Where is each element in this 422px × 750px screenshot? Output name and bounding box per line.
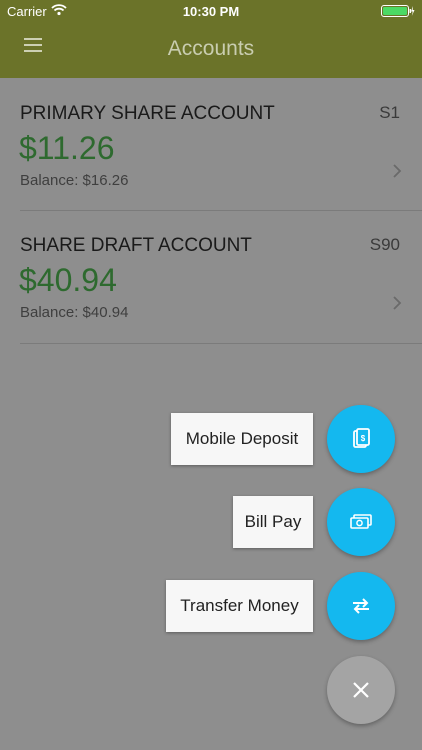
balance-label: Balance: $40.94 xyxy=(20,304,129,321)
status-bar: Carrier 10:30 PM xyxy=(0,0,422,22)
account-row-share-draft[interactable]: SHARE DRAFT ACCOUNT S90 $40.94 Balance: … xyxy=(0,210,422,342)
account-code: S1 xyxy=(379,103,400,122)
close-icon xyxy=(353,682,369,698)
available-amount: $11.26 xyxy=(19,130,115,166)
account-name: SHARE DRAFT ACCOUNT xyxy=(20,235,252,256)
balance-label: Balance: $16.26 xyxy=(20,172,129,189)
available-amount: $40.94 xyxy=(19,262,117,298)
mobile-deposit-button[interactable]: $ xyxy=(327,405,395,473)
battery-icon xyxy=(381,5,415,17)
transfer-icon xyxy=(353,598,369,614)
mobile-deposit-icon: $ xyxy=(353,428,370,448)
mobile-deposit-label-button[interactable]: Mobile Deposit xyxy=(171,413,313,465)
close-fab-button[interactable] xyxy=(327,656,395,724)
nav-bar: Accounts xyxy=(0,22,422,78)
chevron-right-icon xyxy=(393,296,402,310)
page-title: Accounts xyxy=(167,37,255,60)
svg-text:$: $ xyxy=(361,434,366,443)
account-name: PRIMARY SHARE ACCOUNT xyxy=(20,103,275,124)
row-divider xyxy=(20,343,422,344)
transfer-money-label-button[interactable]: Transfer Money xyxy=(166,580,313,632)
bill-pay-icon xyxy=(350,514,372,529)
account-row-primary-share[interactable]: PRIMARY SHARE ACCOUNT S1 $11.26 Balance:… xyxy=(0,78,422,210)
bill-pay-button[interactable] xyxy=(327,488,395,556)
chevron-right-icon xyxy=(393,164,402,178)
bill-pay-label-button[interactable]: Bill Pay xyxy=(233,496,313,548)
status-time: 10:30 PM xyxy=(182,4,240,19)
account-code: S90 xyxy=(369,235,400,254)
transfer-money-button[interactable] xyxy=(327,572,395,640)
